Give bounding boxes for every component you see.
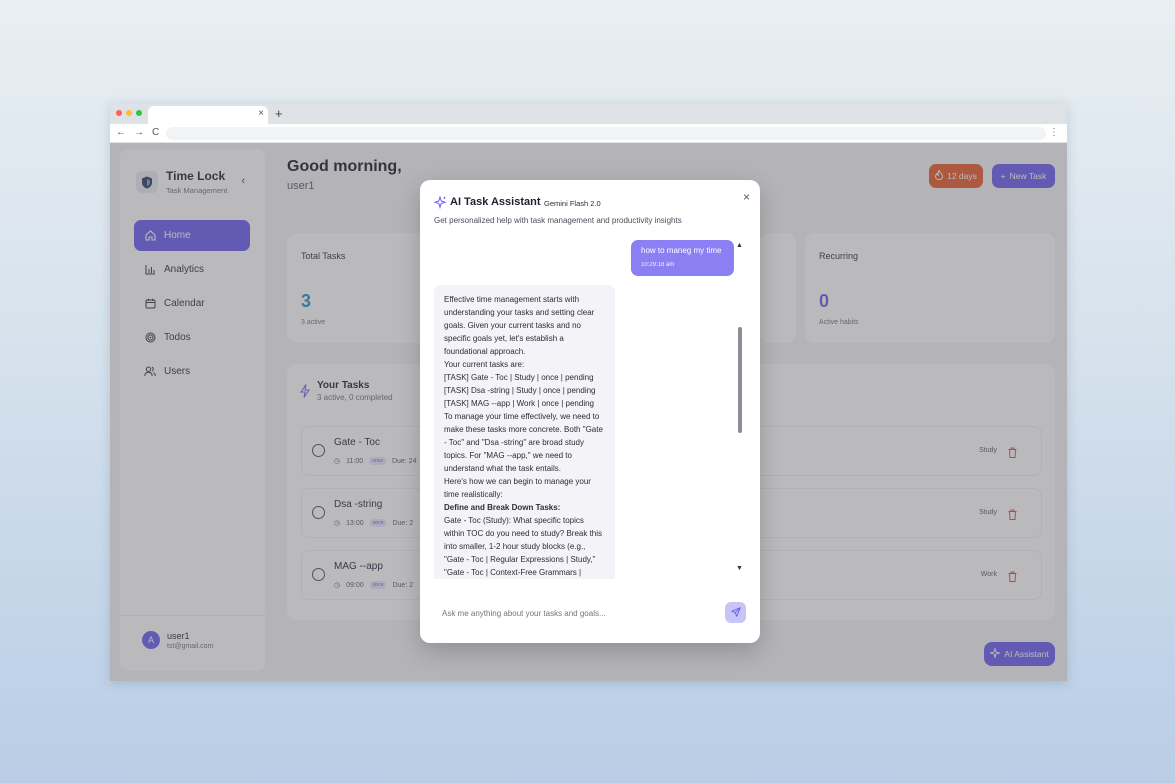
app-viewport: Time Lock Task Management ‹ Home Analyti… <box>110 143 1067 681</box>
new-tab-button[interactable]: + <box>275 106 283 121</box>
assistant-line: [TASK] MAG --app | Work | once | pending <box>444 399 594 408</box>
minimize-window-dot[interactable] <box>126 110 132 116</box>
assistant-line: Your current tasks are: <box>444 360 525 369</box>
scroll-up-icon[interactable]: ▲ <box>736 242 743 249</box>
user-message-text: how to maneg my time <box>641 246 722 255</box>
assistant-line: Define and Break Down Tasks: <box>444 503 561 512</box>
assistant-line: To manage your time effectively, we need… <box>444 412 603 473</box>
dialog-title: AI Task Assistant <box>450 196 541 208</box>
window-controls <box>116 110 142 116</box>
address-bar-row: ← → C ⋮ <box>110 124 1067 143</box>
scrollbar-thumb[interactable] <box>738 327 742 433</box>
browser-window: × + ← → C ⋮ Time Lock Task Management ‹ <box>110 103 1067 681</box>
dialog-description: Get personalized help with task manageme… <box>434 216 682 225</box>
reload-icon[interactable]: C <box>152 127 159 138</box>
user-message-time: 10:29:18 am <box>641 262 675 268</box>
user-message: how to maneg my time 10:29:18 am <box>631 240 734 276</box>
send-icon <box>730 604 741 622</box>
url-input[interactable] <box>166 127 1046 140</box>
send-button[interactable] <box>725 602 746 623</box>
scroll-down-icon[interactable]: ▼ <box>736 565 743 572</box>
ai-assistant-dialog: AI Task Assistant Gemini Flash 2.0 × Get… <box>420 180 760 643</box>
browser-tab[interactable]: × <box>148 106 268 124</box>
tab-close-icon[interactable]: × <box>258 108 264 119</box>
assistant-message: Effective time management starts with un… <box>434 285 615 579</box>
assistant-line: [TASK] Dsa -string | Study | once | pend… <box>444 386 596 395</box>
forward-icon[interactable]: → <box>134 127 144 138</box>
close-window-dot[interactable] <box>116 110 122 116</box>
model-label: Gemini Flash 2.0 <box>544 199 601 208</box>
browser-tab-bar: × + <box>110 103 1067 124</box>
chat-input-row <box>434 601 746 625</box>
assistant-line: Effective time management starts with un… <box>444 295 595 356</box>
assistant-line: Here's how we can begin to manage your t… <box>444 477 591 499</box>
close-icon[interactable]: × <box>743 190 750 204</box>
assistant-line: [TASK] Gate - Toc | Study | once | pendi… <box>444 373 594 382</box>
maximize-window-dot[interactable] <box>136 110 142 116</box>
sparkle-icon <box>433 195 447 214</box>
chat-input[interactable] <box>434 601 714 625</box>
chat-scrollbar[interactable]: ▲ ▼ <box>736 242 744 572</box>
back-icon[interactable]: ← <box>116 127 126 138</box>
chat-messages[interactable]: how to maneg my time 10:29:18 am Effecti… <box>434 236 734 579</box>
browser-menu-icon[interactable]: ⋮ <box>1049 127 1059 138</box>
assistant-line: Gate - Toc (Study): What specific topics… <box>444 516 603 577</box>
